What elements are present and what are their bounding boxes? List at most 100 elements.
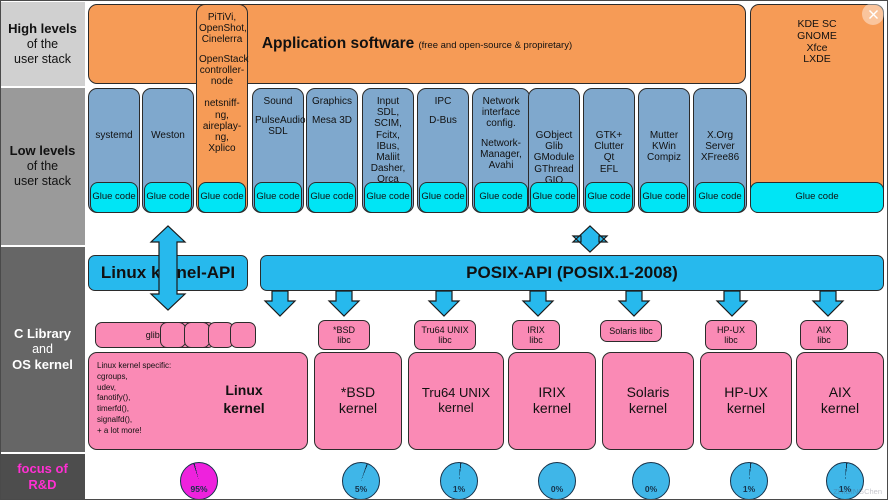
application-software-title: Application software <box>261 35 415 53</box>
column-10-name: Mutter KWin Compiz <box>647 130 681 164</box>
glue-code-column-2: Glue code <box>198 182 246 213</box>
pie-chart-1-label: 5% <box>354 484 368 494</box>
column-2-top-label: PiTiVi, OpenShot, Cinelerra <box>199 12 247 46</box>
pie-chart-0: 95% <box>180 462 218 500</box>
pie-chart-2: 1% <box>440 462 478 500</box>
glue-code-column-1: Glue code <box>144 182 192 213</box>
arrow-posix-to-libc-4 <box>617 290 651 317</box>
kernel-box-5-name: HP-UX kernel <box>724 384 768 416</box>
arrow-posix-to-libc-2 <box>427 290 461 317</box>
pie-chart-2-label: 1% <box>452 484 466 494</box>
sidebar-c-title: C Library <box>13 326 72 342</box>
arrow-posix-to-libc-0 <box>263 290 297 317</box>
kernel-box-2-name: Tru64 UNIX kernel <box>421 385 491 415</box>
pie-chart-3: 0% <box>538 462 576 500</box>
column-1-name: Weston <box>151 130 185 141</box>
kernel-box-4: Solaris kernel <box>602 352 694 450</box>
sidebar-band-focus: focus of R&D <box>0 454 85 499</box>
kernel-box-3-name: IRIX kernel <box>532 384 572 416</box>
column-4-name: Mesa 3D <box>311 115 352 127</box>
kernel-box-4-name: Solaris kernel <box>626 384 670 416</box>
libc-extra-0 <box>160 322 186 348</box>
sidebar-high-sub2: user stack <box>14 51 71 66</box>
kernel-box-0: Linux kernel specific: cgroups, udev, fanot… <box>88 352 308 450</box>
kernel-box-6: AIX kernel <box>796 352 884 450</box>
linux-kernel-api-band: Linux kernel-API <box>88 255 248 291</box>
column-3-top-label: Sound <box>263 96 293 107</box>
close-icon[interactable] <box>862 3 884 25</box>
sidebar-low-sub2: user stack <box>14 174 71 189</box>
glue-code-column-3: Glue code <box>254 182 302 213</box>
desktop-env-line-3: LXDE <box>803 53 831 66</box>
kernel-box-3: IRIX kernel <box>508 352 596 450</box>
column-0-name: systemd <box>95 130 133 141</box>
column-7-top-label: Network interface config. <box>481 96 521 130</box>
libc-box-5: HP-UX libc <box>705 320 757 350</box>
application-software-subtitle: (free and open-source & propiretary) <box>418 40 573 52</box>
column-6-name: D-Bus <box>429 115 457 127</box>
sidebar-c-sub1: and <box>32 341 53 356</box>
application-software-banner: Application software (free and open-sour… <box>88 4 746 84</box>
pie-chart-4-label: 0% <box>644 484 658 494</box>
glue-code-column-7: Glue code <box>474 182 528 213</box>
kernel-box-6-name: AIX kernel <box>820 384 860 416</box>
glue-code-column-5: Glue code <box>364 182 412 213</box>
linux-kernel-specific-list: Linux kernel specific: cgroups, udev, fanot… <box>97 361 172 435</box>
glue-code-column-4: Glue code <box>308 182 356 213</box>
glue-code-column-8: Glue code <box>530 182 578 213</box>
glue-code-desktop-environments: Glue code <box>750 182 884 213</box>
sidebar-band-low-levels: Low levels of the user stack <box>0 88 85 245</box>
sidebar-high-sub1: of the <box>26 36 59 51</box>
libc-box-3: IRIX libc <box>512 320 560 350</box>
kernel-box-5: HP-UX kernel <box>700 352 792 450</box>
watermark-text: ZHIDINGChen <box>833 487 882 496</box>
libc-box-6: AIX libc <box>800 320 848 350</box>
sidebar-high-title: High levels <box>8 20 77 36</box>
arrow-posix-to-libc-6 <box>811 290 845 317</box>
column-3-name: PulseAudio, SDL <box>255 115 309 138</box>
libc-box-1: *BSD libc <box>318 320 370 350</box>
column-9-name: GTK+ Clutter Qt EFL <box>594 130 624 175</box>
sidebar-c-sub2: OS kernel <box>12 357 73 373</box>
sidebar-band-c-library: C Library and OS kernel <box>0 247 85 452</box>
arrow-posix-to-libc-5 <box>715 290 749 317</box>
arrow-posix-to-libc-1 <box>327 290 361 317</box>
sidebar-low-sub1: of the <box>26 159 59 174</box>
glue-code-column-11: Glue code <box>695 182 745 213</box>
column-6-top-label: IPC <box>434 96 452 107</box>
diagram-canvas: High levels of the user stack Low levels… <box>0 0 888 500</box>
libc-box-4: Solaris libc <box>600 320 662 342</box>
pie-chart-3-label: 0% <box>550 484 564 494</box>
pie-chart-0-label: 95% <box>190 484 208 494</box>
libc-box-2: Tru64 UNIX libc <box>414 320 476 350</box>
arrow-posix-to-libc-3 <box>521 290 555 317</box>
column-5-top-label: Input SDL, SCIM, Fcitx, IBus, Maliit Dasher, Or… <box>370 96 406 186</box>
glue-code-column-6: Glue code <box>419 182 467 213</box>
arrow-posix-up <box>571 225 609 253</box>
kernel-box-0-name: Linux kernel <box>223 382 265 416</box>
column-2-name: OpenStack controller-node netsniff-ng, aire… <box>199 53 249 155</box>
focus-line-1: focus of <box>17 460 68 476</box>
column-11-name: X.Org Server XFree86 <box>700 130 740 164</box>
glue-code-column-10: Glue code <box>640 182 688 213</box>
libc-extra-3 <box>230 322 256 348</box>
kernel-box-2: Tru64 UNIX kernel <box>408 352 504 450</box>
pie-chart-5-label: 1% <box>742 484 756 494</box>
pie-chart-5: 1% <box>730 462 768 500</box>
glue-code-column-0: Glue code <box>90 182 138 213</box>
desktop-env-line-0: KDE SC <box>797 18 837 30</box>
posix-api-band: POSIX-API (POSIX.1-2008) <box>260 255 884 291</box>
kernel-box-1: *BSD kernel <box>314 352 402 450</box>
desktop-env-line-1: GNOME <box>797 29 837 42</box>
pie-chart-4: 0% <box>632 462 670 500</box>
pie-chart-1: 5% <box>342 462 380 500</box>
libc-extra-1 <box>184 322 210 348</box>
glue-code-column-9: Glue code <box>585 182 633 213</box>
column-7-name: Network- Manager, Avahi <box>480 137 522 171</box>
column-8-name: GObject Glib GModule GThread GIO <box>533 130 575 186</box>
sidebar-band-high-levels: High levels of the user stack <box>0 2 85 86</box>
column-4-top-label: Graphics <box>311 96 352 107</box>
kernel-box-1-name: *BSD kernel <box>338 384 378 416</box>
focus-line-2: R&D <box>28 476 57 492</box>
sidebar-low-title: Low levels <box>9 143 76 159</box>
